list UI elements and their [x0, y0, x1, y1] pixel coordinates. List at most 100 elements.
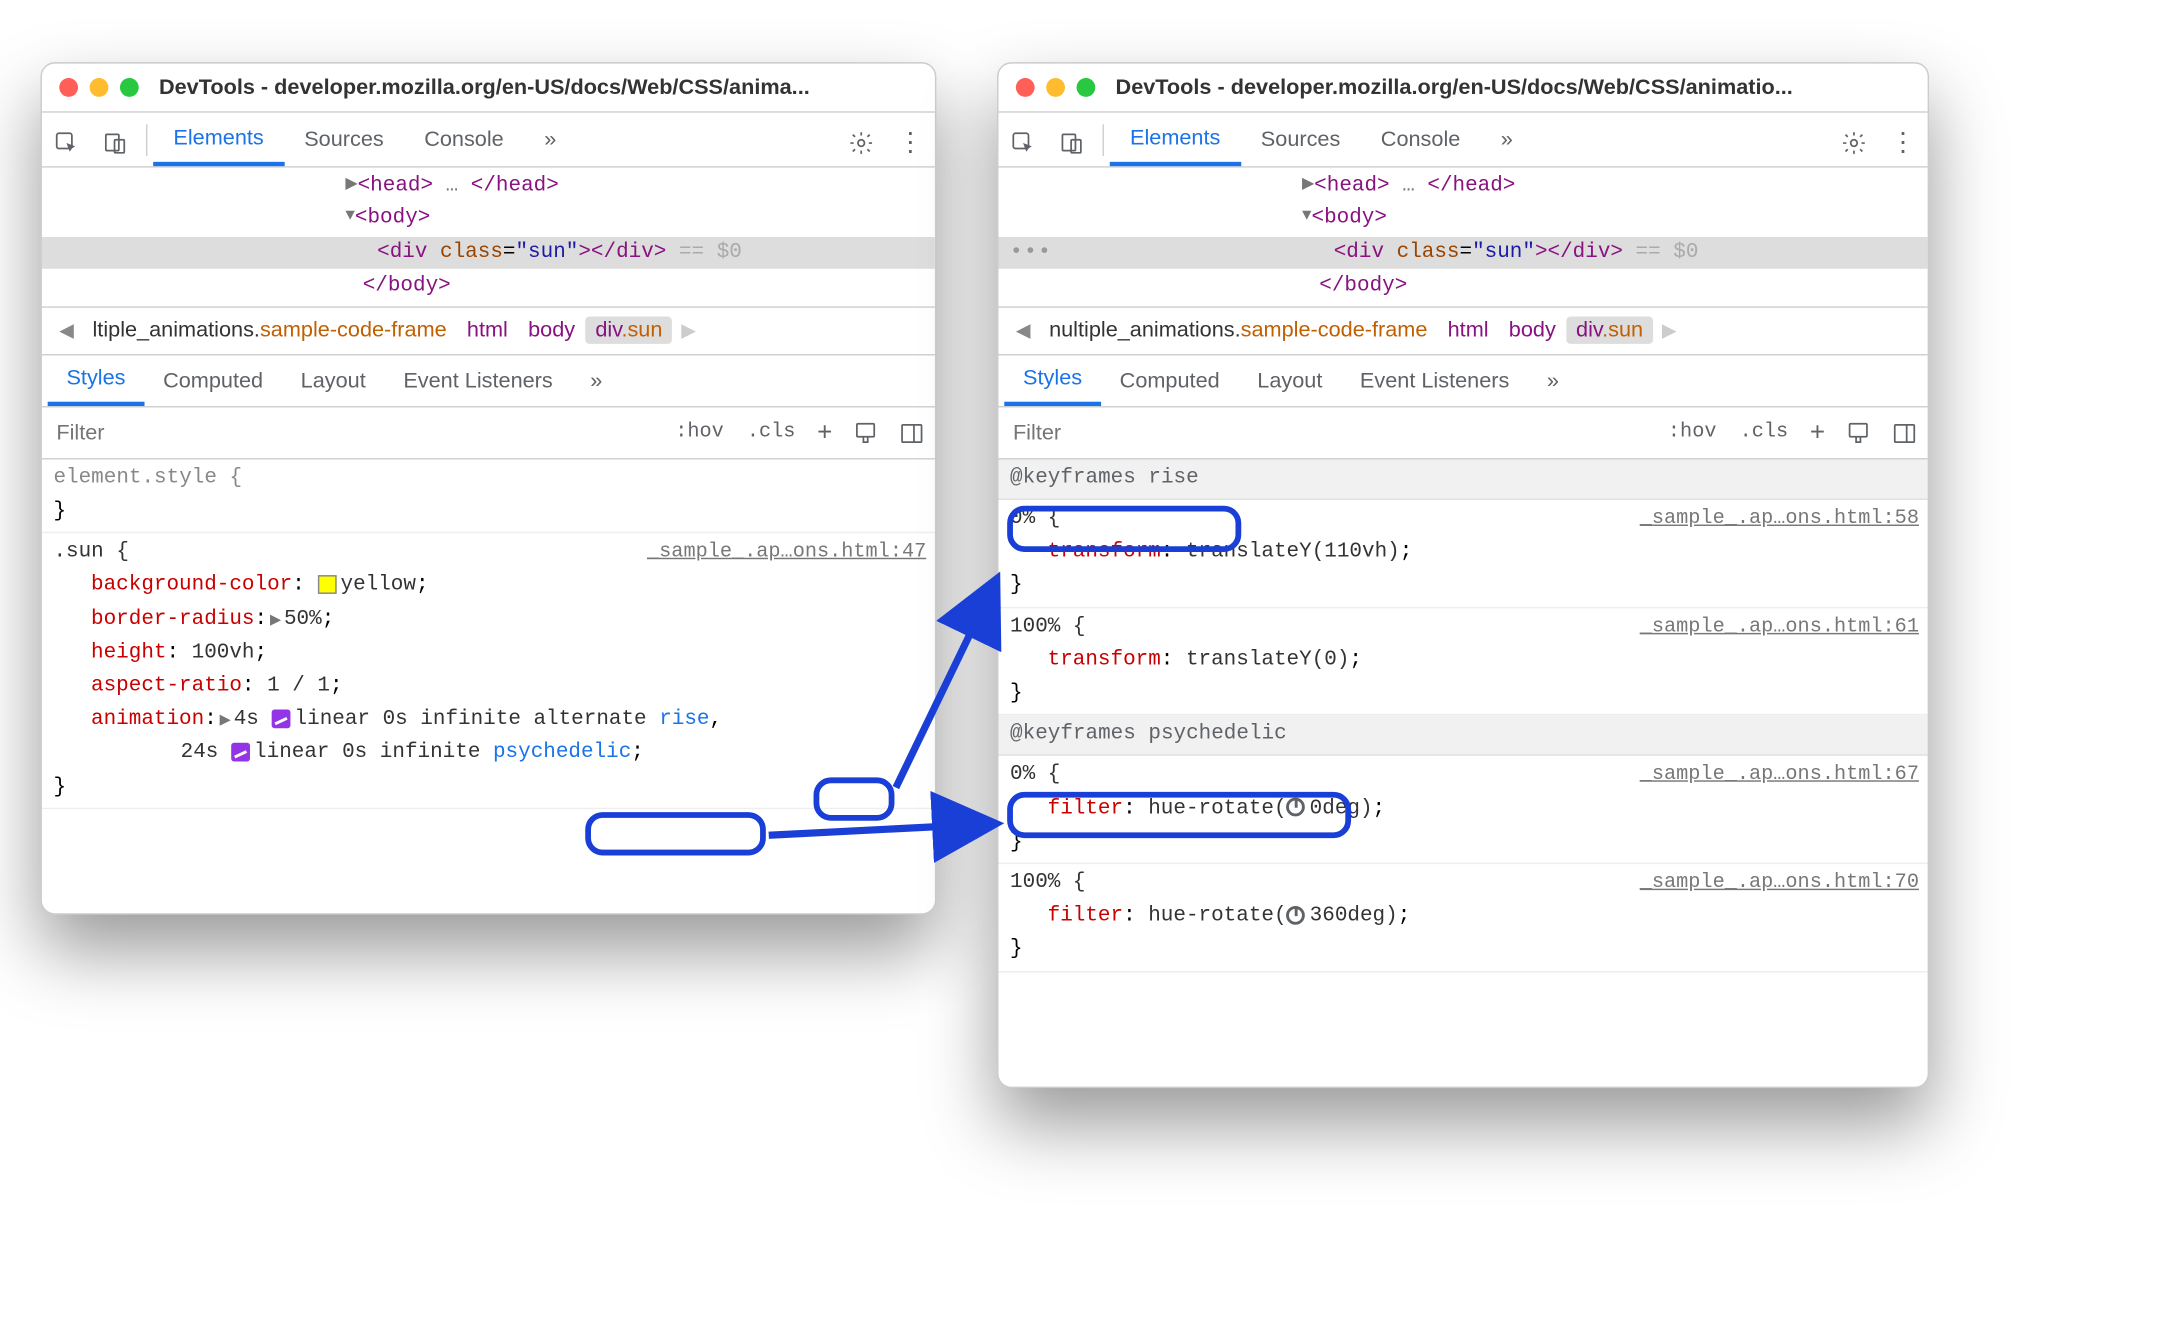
- crumb-body[interactable]: body: [1499, 317, 1566, 344]
- dom-node-head[interactable]: ▶<head> … </head>: [998, 171, 1927, 203]
- filter-input[interactable]: [42, 420, 664, 445]
- crumb-html[interactable]: html: [1438, 317, 1499, 344]
- tab-elements[interactable]: Elements: [1110, 113, 1241, 166]
- angle-icon[interactable]: [1287, 906, 1306, 925]
- crumb-frame[interactable]: nultiple_animations.sample-code-frame: [1039, 317, 1438, 344]
- inspect-icon[interactable]: [998, 124, 1047, 156]
- dom-tree[interactable]: ▶<head> … </head> ▼<body> <div class="su…: [998, 168, 1927, 307]
- dom-node-body-open[interactable]: ▼<body>: [998, 203, 1927, 235]
- ptab-events[interactable]: Event Listeners: [1341, 355, 1528, 406]
- decl-height[interactable]: height: 100vh;: [53, 637, 923, 671]
- gear-icon[interactable]: [1829, 124, 1878, 156]
- dom-tree[interactable]: ▶<head> … </head> ▼<body> <div class="su…: [42, 168, 935, 307]
- source-link[interactable]: _sample_.ap…ons.html:67: [1640, 759, 1919, 791]
- minimize-icon[interactable]: [1046, 78, 1065, 97]
- tab-sources[interactable]: Sources: [284, 113, 404, 166]
- dom-node-body-close[interactable]: </body>: [42, 271, 935, 303]
- rule-sun[interactable]: _sample_.ap…ons.html:47 .sun { backgroun…: [42, 534, 935, 809]
- chevron-left-icon[interactable]: ◀: [1007, 319, 1039, 342]
- crumb-html[interactable]: html: [457, 317, 518, 344]
- filter-input[interactable]: [998, 420, 1656, 445]
- cls-button[interactable]: .cls: [1728, 421, 1800, 444]
- decl-filter[interactable]: filter: hue-rotate(360deg);: [1010, 900, 1916, 934]
- kf-psych-100[interactable]: _sample_.ap…ons.html:70 100% { filter: h…: [998, 864, 1927, 972]
- ptab-computed[interactable]: Computed: [144, 355, 282, 406]
- ptab-computed[interactable]: Computed: [1101, 355, 1239, 406]
- source-link[interactable]: _sample_.ap…ons.html:58: [1640, 503, 1919, 535]
- keyframes-psych-header[interactable]: @keyframes psychedelic: [998, 716, 1927, 757]
- tab-sources[interactable]: Sources: [1241, 113, 1361, 166]
- ptab-more[interactable]: »: [572, 355, 622, 406]
- hov-button[interactable]: :hov: [664, 421, 736, 444]
- styles-body: @keyframes rise _sample_.ap…ons.html:58 …: [998, 459, 1927, 971]
- tab-more[interactable]: »: [524, 113, 577, 166]
- minimize-icon[interactable]: [90, 78, 109, 97]
- plus-icon[interactable]: +: [807, 417, 842, 447]
- source-link[interactable]: _sample_.ap…ons.html:61: [1640, 611, 1919, 643]
- cls-button[interactable]: .cls: [735, 421, 807, 444]
- decl-transform[interactable]: transform: translateY(0);: [1010, 644, 1916, 678]
- kebab-icon[interactable]: ⋮: [1879, 121, 1928, 157]
- dom-node-head[interactable]: ▶<head> … </head>: [42, 171, 935, 203]
- kebab-icon[interactable]: ⋮: [886, 121, 935, 157]
- kf-psych-0[interactable]: _sample_.ap…ons.html:67 0% { filter: hue…: [998, 756, 1927, 864]
- source-link[interactable]: _sample_.ap…ons.html:47: [647, 536, 926, 568]
- zoom-icon[interactable]: [1077, 78, 1096, 97]
- keyframes-rise-header[interactable]: @keyframes rise: [998, 459, 1927, 500]
- ptab-styles[interactable]: Styles: [1004, 355, 1101, 406]
- chevron-left-icon[interactable]: ◀: [51, 319, 83, 342]
- tab-elements[interactable]: Elements: [153, 113, 284, 166]
- ptab-styles[interactable]: Styles: [48, 355, 145, 406]
- rule-element-style[interactable]: element.style { }: [42, 459, 935, 533]
- crumb-selected[interactable]: div.sun: [585, 317, 672, 344]
- dom-node-body-close[interactable]: </body>: [998, 271, 1927, 303]
- decl-background[interactable]: background-color: yellow;: [53, 570, 923, 604]
- gear-icon[interactable]: [837, 124, 886, 156]
- keyframes-link-psychedelic[interactable]: psychedelic: [493, 742, 631, 765]
- bezier-icon[interactable]: [231, 743, 250, 762]
- decl-animation-2[interactable]: 24s linear 0s infinite psychedelic;: [53, 737, 923, 771]
- ptab-layout[interactable]: Layout: [282, 355, 385, 406]
- ptab-events[interactable]: Event Listeners: [385, 355, 572, 406]
- brace-close: }: [53, 496, 923, 530]
- zoom-icon[interactable]: [120, 78, 139, 97]
- chevron-right-icon[interactable]: ▶: [673, 319, 705, 342]
- color-swatch-icon[interactable]: [317, 575, 336, 594]
- titlebar: DevTools - developer.mozilla.org/en-US/d…: [998, 64, 1927, 113]
- tab-console[interactable]: Console: [1361, 113, 1481, 166]
- chevron-right-icon[interactable]: ▶: [1653, 319, 1685, 342]
- plus-icon[interactable]: +: [1800, 417, 1835, 447]
- breadcrumb: ◀ ltiple_animations.sample-code-frame ht…: [42, 306, 935, 355]
- kf-rise-100[interactable]: _sample_.ap…ons.html:61 100% { transform…: [998, 608, 1927, 716]
- dom-node-selected[interactable]: <div class="sun"></div> == $0: [998, 237, 1927, 269]
- source-link[interactable]: _sample_.ap…ons.html:70: [1640, 867, 1919, 899]
- device-icon[interactable]: [91, 124, 140, 156]
- dom-node-body-open[interactable]: ▼<body>: [42, 203, 935, 235]
- dom-node-selected[interactable]: <div class="sun"></div> == $0: [42, 237, 935, 269]
- crumb-selected[interactable]: div.sun: [1566, 317, 1653, 344]
- inspect-icon[interactable]: [42, 124, 91, 156]
- panel-toggle-icon[interactable]: [1881, 419, 1927, 445]
- decl-filter[interactable]: filter: hue-rotate(0deg);: [1010, 793, 1916, 827]
- brush-icon[interactable]: [1835, 419, 1881, 445]
- panel-toggle-icon[interactable]: [889, 419, 935, 445]
- ptab-layout[interactable]: Layout: [1238, 355, 1341, 406]
- brush-icon[interactable]: [842, 419, 888, 445]
- decl-aspect-ratio[interactable]: aspect-ratio: 1 / 1;: [53, 670, 923, 704]
- crumb-body[interactable]: body: [518, 317, 585, 344]
- angle-icon[interactable]: [1287, 798, 1306, 817]
- device-icon[interactable]: [1048, 124, 1097, 156]
- tab-more[interactable]: »: [1481, 113, 1534, 166]
- bezier-icon[interactable]: [271, 709, 290, 728]
- close-icon[interactable]: [59, 78, 78, 97]
- crumb-frame[interactable]: ltiple_animations.sample-code-frame: [82, 317, 456, 344]
- keyframes-link-rise[interactable]: rise: [659, 708, 709, 731]
- decl-animation[interactable]: animation:▶4s linear 0s infinite alterna…: [53, 704, 923, 738]
- ptab-more[interactable]: »: [1528, 355, 1578, 406]
- decl-border-radius[interactable]: border-radius:▶50%;: [53, 603, 923, 637]
- decl-transform[interactable]: transform: translateY(110vh);: [1010, 536, 1916, 570]
- hov-button[interactable]: :hov: [1656, 421, 1728, 444]
- kf-rise-0[interactable]: _sample_.ap…ons.html:58 0% { transform: …: [998, 500, 1927, 608]
- close-icon[interactable]: [1016, 78, 1035, 97]
- tab-console[interactable]: Console: [404, 113, 524, 166]
